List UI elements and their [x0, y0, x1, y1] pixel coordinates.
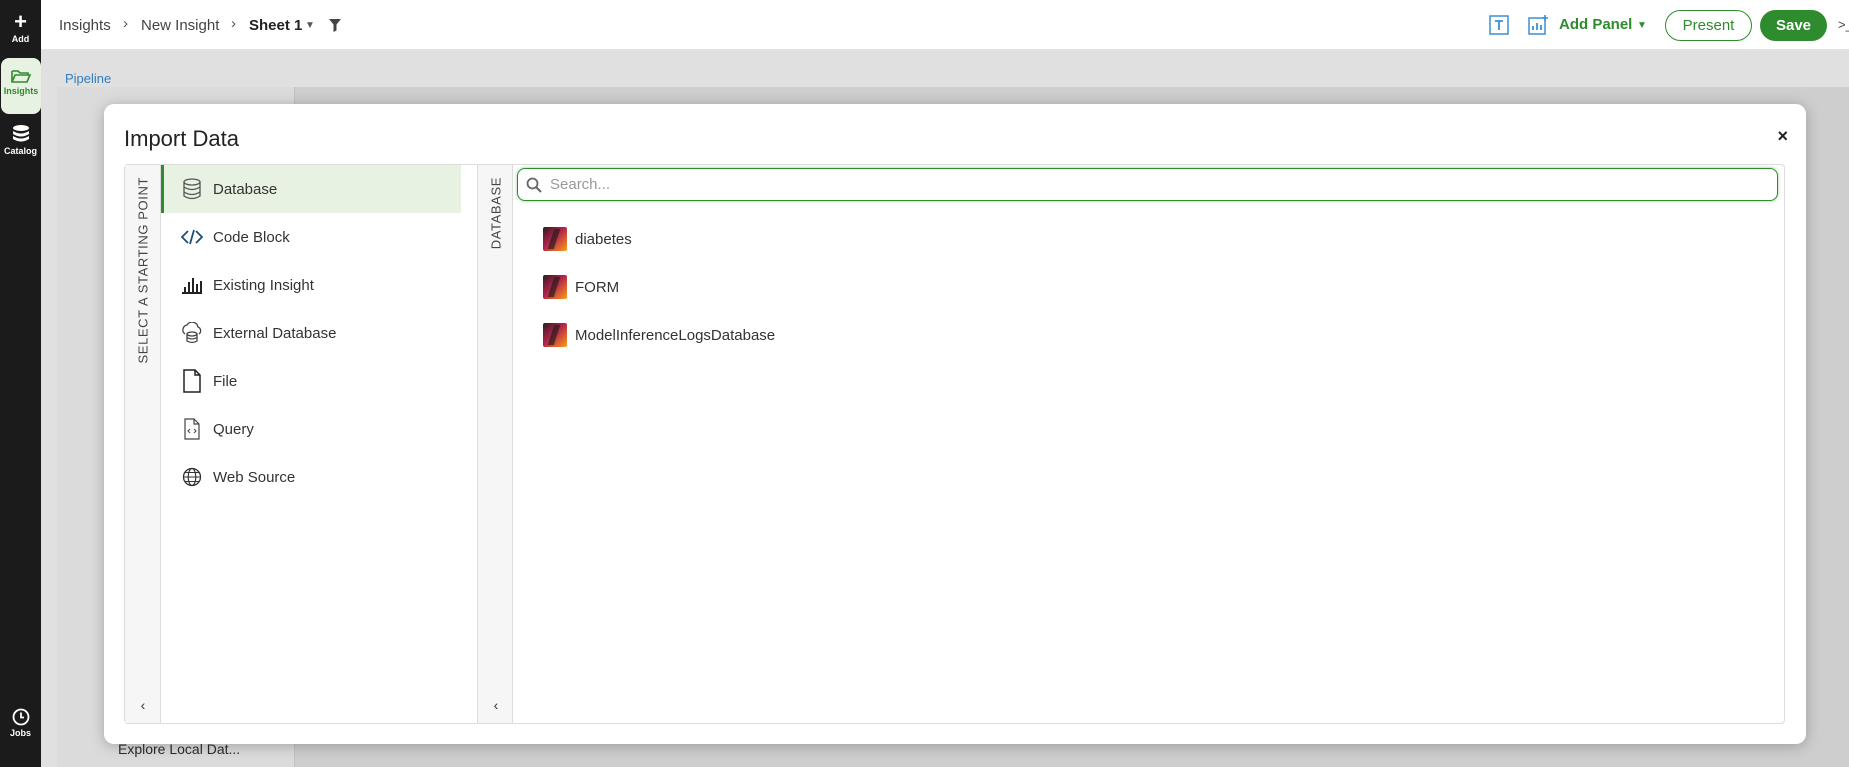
chevron-left-icon[interactable]: ‹	[478, 697, 514, 713]
option-label: File	[213, 372, 238, 390]
database-icon	[12, 125, 29, 142]
option-label: Web Source	[213, 468, 296, 486]
database-name: diabetes	[575, 230, 632, 248]
database-logo-icon	[543, 323, 567, 347]
search-input[interactable]	[550, 176, 1739, 193]
database-results: diabetes FORM ModelInferenceLogsDatabase	[513, 165, 1784, 723]
code-icon	[179, 224, 205, 250]
database-column: DATABASE ‹	[477, 165, 513, 723]
option-external-database[interactable]: External Database	[161, 309, 477, 357]
chevron-right-icon: ›	[231, 15, 236, 32]
filter-icon[interactable]	[329, 19, 341, 32]
option-file[interactable]: File	[161, 357, 477, 405]
rail-add-label: Add	[11, 34, 30, 44]
database-item-form[interactable]: FORM	[543, 263, 775, 311]
rail-jobs-button[interactable]: Jobs	[0, 708, 41, 748]
close-icon[interactable]: ×	[1777, 126, 1788, 147]
left-rail: + Add Insights Catalog Jobs	[0, 0, 41, 767]
chevron-right-icon: ›	[123, 15, 128, 32]
option-web-source[interactable]: Web Source	[161, 453, 477, 501]
present-button[interactable]: Present	[1665, 10, 1752, 41]
starting-point-column: SELECT A STARTING POINT ‹	[125, 165, 161, 723]
database-item-diabetes[interactable]: diabetes	[543, 215, 775, 263]
plus-icon: +	[14, 9, 27, 34]
option-database[interactable]: Database	[161, 165, 461, 213]
file-icon	[179, 368, 205, 394]
rail-catalog-label: Catalog	[3, 146, 37, 156]
option-label: Code Block	[213, 228, 290, 246]
import-data-modal: Import Data × SELECT A STARTING POINT ‹ …	[104, 104, 1806, 744]
rail-add-button[interactable]: + Add	[0, 9, 41, 48]
add-panel-button[interactable]: Add Panel	[1559, 16, 1632, 33]
breadcrumb-insights[interactable]: Insights	[59, 17, 111, 34]
rail-insights-label: Insights	[3, 86, 39, 96]
option-label: Query	[213, 420, 254, 438]
clock-icon	[12, 708, 29, 726]
breadcrumb-sheet[interactable]: Sheet 1	[249, 17, 302, 34]
cloud-database-icon	[179, 320, 205, 346]
caret-down-icon[interactable]: ▼	[1637, 20, 1647, 31]
globe-icon	[179, 464, 205, 490]
database-column-label: DATABASE	[488, 177, 504, 250]
bar-chart-icon	[179, 272, 205, 298]
database-logo-icon	[543, 275, 567, 299]
modal-body: SELECT A STARTING POINT ‹ Database Code …	[124, 164, 1785, 724]
option-label: Database	[213, 180, 278, 198]
database-item-modelinferencelogs[interactable]: ModelInferenceLogsDatabase	[543, 311, 775, 359]
database-search-box[interactable]	[517, 168, 1778, 201]
option-code-block[interactable]: Code Block	[161, 213, 477, 261]
save-button[interactable]: Save	[1760, 10, 1827, 41]
database-name: ModelInferenceLogsDatabase	[575, 326, 776, 344]
terminal-icon[interactable]: >_	[1838, 17, 1849, 32]
starting-point-options: Database Code Block Existing Insight Ext…	[161, 165, 477, 723]
caret-down-icon[interactable]: ▼	[305, 20, 315, 31]
option-label: External Database	[213, 324, 337, 342]
database-list: diabetes FORM ModelInferenceLogsDatabase	[543, 215, 775, 359]
query-file-icon	[179, 416, 205, 442]
search-icon	[526, 177, 542, 193]
option-query[interactable]: Query	[161, 405, 477, 453]
database-logo-icon	[543, 227, 567, 251]
folder-open-icon	[11, 70, 32, 83]
database-icon	[179, 176, 205, 202]
breadcrumb-new-insight[interactable]: New Insight	[141, 17, 219, 34]
modal-title: Import Data	[124, 126, 239, 151]
starting-point-label: SELECT A STARTING POINT	[135, 177, 151, 364]
text-box-icon[interactable]	[1488, 14, 1510, 36]
rail-catalog-button[interactable]: Catalog	[0, 124, 41, 166]
rail-insights-button[interactable]: Insights	[1, 58, 41, 114]
rail-jobs-label: Jobs	[9, 728, 31, 738]
chevron-left-icon[interactable]: ‹	[125, 697, 161, 713]
add-chart-icon[interactable]	[1527, 14, 1549, 36]
option-existing-insight[interactable]: Existing Insight	[161, 261, 477, 309]
database-name: FORM	[575, 278, 620, 296]
option-label: Existing Insight	[213, 276, 314, 294]
top-bar: Insights › New Insight › Sheet 1 ▼ Add P…	[41, 0, 1849, 50]
